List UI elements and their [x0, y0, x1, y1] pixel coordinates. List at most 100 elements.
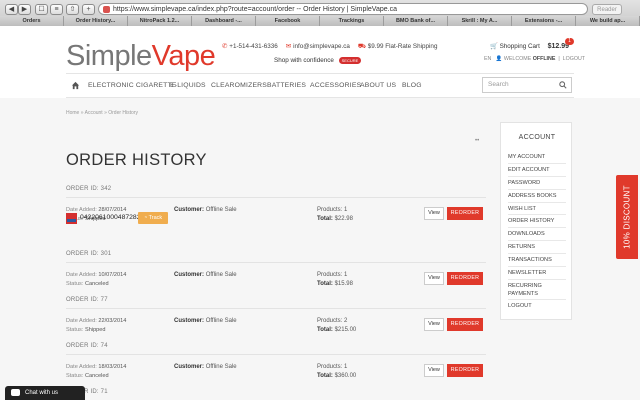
reorder-button[interactable]: REORDER [447, 207, 483, 220]
order-customer: Customer: Offline Sale [174, 364, 237, 370]
phone-number: +1-514-431-6336 [229, 43, 278, 50]
total-label: Total: [317, 327, 333, 333]
sidebar-item-recurring-payments[interactable]: RECURRING PAYMENTS [508, 280, 566, 300]
search-icon[interactable] [559, 81, 567, 89]
address-bar[interactable]: https://www.simplevape.ca/index.php?rout… [98, 3, 588, 15]
nav-item-clearomizers[interactable]: CLEAROMIZERS [211, 82, 267, 89]
logout-link[interactable]: LOGOUT [563, 56, 585, 62]
discount-tab[interactable]: 10% DISCOUNT [616, 175, 638, 259]
email-icon: ✉ [285, 43, 292, 50]
order-summary: Products: 1 Total: $360.00 [317, 363, 356, 381]
sidebar-toggle-icon[interactable]: ☐ [35, 4, 48, 15]
sidebar-item-order-history[interactable]: ORDER HISTORY [508, 215, 566, 229]
customer-label: Customer: [174, 364, 205, 370]
shopping-cart[interactable]: 🛒 Shopping Cart $12.99 [490, 42, 569, 50]
nav-item-accessories[interactable]: ACCESSORIES [310, 82, 361, 89]
sidebar-item-my-account[interactable]: MY ACCOUNT [508, 151, 566, 164]
sidebar-item-downloads[interactable]: DOWNLOADS [508, 228, 566, 242]
share-icon[interactable]: ⇧ [66, 4, 79, 15]
view-button[interactable]: View [424, 318, 444, 331]
date-label: Date Added: [66, 272, 97, 278]
browser-tab[interactable]: Skrill : My A... [448, 16, 512, 26]
nav-item-electronic-cigarette[interactable]: ELECTRONIC CIGARETTE [88, 82, 177, 89]
nav-item-blog[interactable]: BLOG [402, 82, 422, 89]
total-label: Total: [317, 216, 333, 222]
sidebar-item-logout[interactable]: LOGOUT [508, 300, 566, 313]
phone-icon: ✆ [222, 43, 228, 50]
customer-label: Customer: [174, 207, 205, 213]
sidebar-item-transactions[interactable]: TRANSACTIONS [508, 254, 566, 268]
browser-tab[interactable]: Extensions -... [512, 16, 576, 26]
sidebar-item-edit-account[interactable]: EDIT ACCOUNT [508, 164, 566, 177]
customer-label: Customer: [174, 272, 205, 278]
email-address[interactable]: info@simplevape.ca [293, 43, 350, 50]
divider [66, 308, 486, 309]
home-icon[interactable] [71, 81, 80, 90]
divider [66, 262, 486, 263]
browser-tab[interactable]: NitroPack 1.2... [128, 16, 192, 26]
status-label: Status: [66, 281, 84, 287]
cart-label: Shopping Cart [499, 43, 540, 50]
sidebar-item-password[interactable]: PASSWORD [508, 177, 566, 190]
username[interactable]: OFFLINE [533, 56, 556, 62]
sidebar-item-wish-list[interactable]: WISH LIST [508, 203, 566, 216]
language-selector[interactable]: EN [484, 56, 491, 62]
breadcrumb[interactable]: Home » Account » Order History [66, 110, 138, 116]
order-customer: Customer: Offline Sale [174, 318, 237, 324]
nav-item-batteries[interactable]: BATTERIES [267, 82, 306, 89]
order-date: 28/07/2014 [98, 207, 127, 213]
user-icon: 👤 [495, 56, 503, 62]
browser-tab[interactable]: Order History... [64, 16, 128, 26]
products-label: Products: [317, 207, 343, 213]
reader-button[interactable]: Reader [592, 4, 622, 15]
discount-label: 10% DISCOUNT [622, 185, 632, 249]
order-item: ORDER ID: 301 Date Added: 10/07/2014 Sta… [66, 251, 486, 295]
reorder-button[interactable]: REORDER [447, 272, 483, 285]
divider [66, 354, 486, 355]
order-id: ORDER ID: 301 [66, 251, 112, 257]
sidebar-item-address-books[interactable]: ADDRESS BOOKS [508, 190, 566, 203]
products-label: Products: [317, 272, 343, 278]
more-dots: •• [475, 138, 480, 144]
sidebar-item-newsletter[interactable]: NEWSLETTER [508, 267, 566, 280]
site-favicon-icon [103, 6, 110, 13]
view-button[interactable]: View [424, 272, 444, 285]
chat-widget[interactable]: Chat with us [5, 386, 85, 400]
order-id: ORDER ID: 74 [66, 343, 108, 349]
secure-badge: SECURE [338, 57, 362, 64]
browser-tab[interactable]: Orders [0, 16, 64, 26]
view-button[interactable]: View [424, 207, 444, 220]
product-count: 2 [344, 318, 348, 324]
order-dates: Date Added: 22/03/2014 Status: Shipped [66, 317, 126, 335]
forward-button[interactable]: ▶ [18, 4, 31, 15]
new-tab-icon[interactable]: + [82, 4, 95, 15]
nav-item-about-us[interactable]: ABOUT US [360, 82, 396, 89]
logo-text-vape: Vape [151, 40, 216, 72]
browser-tab[interactable]: Trackings [320, 16, 384, 26]
browser-tab[interactable]: BMO Bank of... [384, 16, 448, 26]
sidebar-list: MY ACCOUNT EDIT ACCOUNT PASSWORD ADDRESS… [508, 151, 566, 313]
browser-tab[interactable]: We build ap... [576, 16, 640, 26]
cart-icon: 🛒 [490, 43, 498, 50]
order-item: ORDER ID: 77 Date Added: 22/03/2014 Stat… [66, 297, 486, 341]
back-button[interactable]: ◀ [5, 4, 18, 15]
browser-tab[interactable]: Dashboard -... [192, 16, 256, 26]
nav-item-e-liquids[interactable]: E-LIQUIDS [170, 82, 206, 89]
customer-name: Offline Sale [205, 207, 237, 213]
order-status: Canceled [84, 281, 109, 287]
track-button[interactable]: ◔ Track [138, 212, 168, 224]
view-button[interactable]: View [424, 364, 444, 377]
site-logo[interactable]: SimpleVape [66, 40, 216, 73]
contact-bar: ✆ +1-514-431-6336 ✉ info@simplevape.ca ⛟ $9… [222, 43, 437, 51]
reorder-button[interactable]: REORDER [447, 364, 483, 377]
customer-label: Customer: [174, 318, 205, 324]
sidebar-item-returns[interactable]: RETURNS [508, 241, 566, 255]
track-button-label: Track [148, 215, 163, 221]
reorder-button[interactable]: REORDER [447, 318, 483, 331]
reading-list-icon[interactable]: ≡ [50, 4, 63, 15]
order-date: 10/07/2014 [98, 272, 127, 278]
address-bar-text: https://www.simplevape.ca/index.php?rout… [113, 6, 397, 13]
customer-name: Offline Sale [205, 272, 237, 278]
browser-tab[interactable]: Facebook [256, 16, 320, 26]
search-input[interactable]: Search [482, 77, 572, 93]
